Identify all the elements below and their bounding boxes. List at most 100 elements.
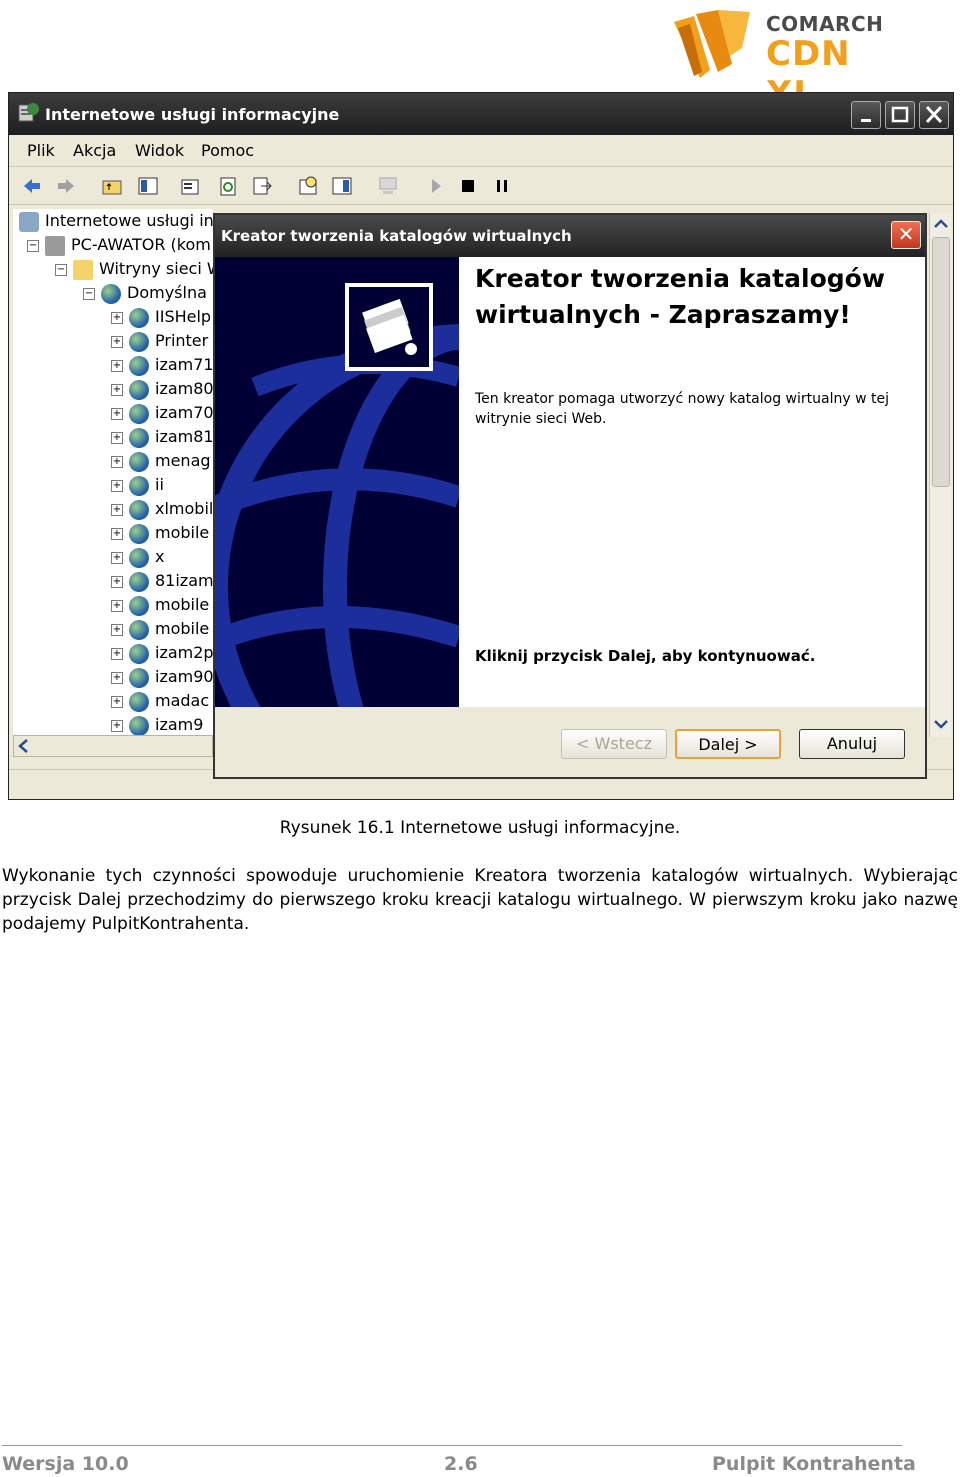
tree-sites-folder[interactable]: − Witryny sieci W [55,259,223,281]
expand-icon[interactable]: + [111,503,123,516]
iis-root-icon [19,211,39,232]
wizard-continue-hint: Kliknij przycisk Dalej, aby kontynuować. [475,647,816,665]
menu-akcja[interactable]: Akcja [73,141,116,160]
horizontal-scrollbar[interactable] [13,735,213,757]
help-icon[interactable] [297,175,319,197]
forward-arrow-icon[interactable] [55,175,77,197]
expand-icon[interactable]: + [111,527,123,540]
globe-icon [129,451,149,472]
expand-icon[interactable]: + [111,479,123,492]
expand-icon[interactable]: + [111,551,123,564]
cancel-button[interactable]: Anuluj [799,729,905,759]
globe-icon [129,547,149,568]
tree-item[interactable]: + IISHelp [111,307,211,329]
play-icon[interactable] [425,175,447,197]
menu-widok[interactable]: Widok [135,141,184,160]
menu-plik[interactable]: Plik [27,141,55,160]
maximize-icon[interactable] [885,101,915,129]
collapse-icon[interactable]: − [55,263,67,276]
expand-icon[interactable]: + [111,311,123,324]
tree-item-label: IISHelp [155,307,212,326]
tree-item-label: izam80 [155,379,214,398]
scroll-down-icon[interactable] [930,713,952,735]
expand-icon[interactable]: + [111,455,123,468]
tree-item[interactable]: + Printer [111,331,208,353]
minimize-icon[interactable] [851,101,881,129]
expand-icon[interactable]: + [111,575,123,588]
tree-item-label: izam70 [155,403,214,422]
tree-panel: Internetowe usługi inf − PC-AWATOR (kom −… [13,209,223,749]
expand-icon[interactable]: + [111,431,123,444]
up-folder-icon[interactable] [101,175,123,197]
expand-icon[interactable]: + [111,719,123,732]
tree-item[interactable]: + mobile [111,523,209,545]
tree-item[interactable]: + mobile [111,619,209,641]
tree-item[interactable]: + menag [111,451,211,473]
scroll-up-icon[interactable] [930,213,952,235]
back-button[interactable]: < Wstecz [561,729,667,759]
wizard-titlebar: Kreator tworzenia katalogów wirtualnych … [215,215,925,257]
wizard-description: Ten kreator pomaga utworzyć nowy katalog… [475,391,889,427]
show-tree-icon[interactable] [137,175,159,197]
tree-computer[interactable]: − PC-AWATOR (kom [27,235,211,257]
next-button[interactable]: Dalej > [675,729,781,759]
expand-icon[interactable]: + [111,335,123,348]
tree-item[interactable]: + xlmobil [111,499,213,521]
globe-icon [129,691,149,712]
tree-item-label: x [155,547,165,566]
computer-icon[interactable] [377,175,399,197]
expand-icon[interactable]: + [111,359,123,372]
collapse-icon[interactable]: − [83,287,95,300]
tree-item[interactable]: + izam2p [111,643,214,665]
body-paragraph: Wykonanie tych czynności spowoduje uruch… [2,866,958,934]
stop-icon[interactable] [457,175,479,197]
properties-icon[interactable] [179,175,201,197]
tree-sites-label: Witryny sieci W [99,259,223,278]
tree-computer-label: PC-AWATOR (kom [71,235,211,254]
wizard-close-icon[interactable]: ✕ [891,221,921,249]
tree-item-label: mobile [155,523,210,542]
expand-icon[interactable]: + [111,647,123,660]
refresh-icon[interactable] [217,175,239,197]
tree-root[interactable]: Internetowe usługi inf [19,211,219,233]
expand-icon[interactable]: + [111,407,123,420]
tree-item[interactable]: + izam90 [111,667,214,689]
tree-item[interactable]: + mobile [111,595,209,617]
tree-item[interactable]: + izam70 [111,403,214,425]
footer-section: 2.6 [444,1453,478,1475]
wizard-side-banner [215,257,459,707]
back-arrow-icon[interactable] [21,175,43,197]
expand-icon[interactable]: + [111,599,123,612]
menu-pomoc[interactable]: Pomoc [201,141,254,160]
tree-item-label: menag [155,451,211,470]
expand-icon[interactable]: + [111,383,123,396]
expand-icon[interactable]: + [111,623,123,636]
expand-icon[interactable]: + [111,695,123,708]
collapse-icon[interactable]: − [27,239,39,252]
tree-item[interactable]: + ii [111,475,164,497]
scroll-thumb[interactable] [932,237,950,487]
scroll-left-icon[interactable] [14,736,34,756]
wizard-content: Kreator tworzenia katalogów wirtualnych … [459,257,925,707]
tree-item[interactable]: + izam81 [111,427,214,449]
globe-icon [129,715,149,736]
tree-item-label: izam9 [155,715,204,734]
footer-divider [2,1445,902,1446]
tree-item[interactable]: + izam9 [111,715,203,737]
tree-item[interactable]: +81izam [111,571,214,593]
tree-item[interactable]: + izam71 [111,355,214,377]
console-icon[interactable] [331,175,353,197]
expand-icon[interactable]: + [111,671,123,684]
tree-item[interactable]: + x [111,547,164,569]
tree-item[interactable]: + izam80 [111,379,214,401]
close-icon[interactable] [919,101,949,129]
export-icon[interactable] [251,175,273,197]
pause-icon[interactable] [491,175,513,197]
tree-default-site[interactable]: − Domyślna [83,283,207,305]
globe-icon [129,379,149,400]
iis-window: Internetowe usługi informacyjne Plik Akc… [8,92,954,800]
globe-icon [129,355,149,376]
vertical-scrollbar[interactable] [929,213,951,737]
tree-item[interactable]: + madac [111,691,209,713]
globe-icon [129,475,149,496]
